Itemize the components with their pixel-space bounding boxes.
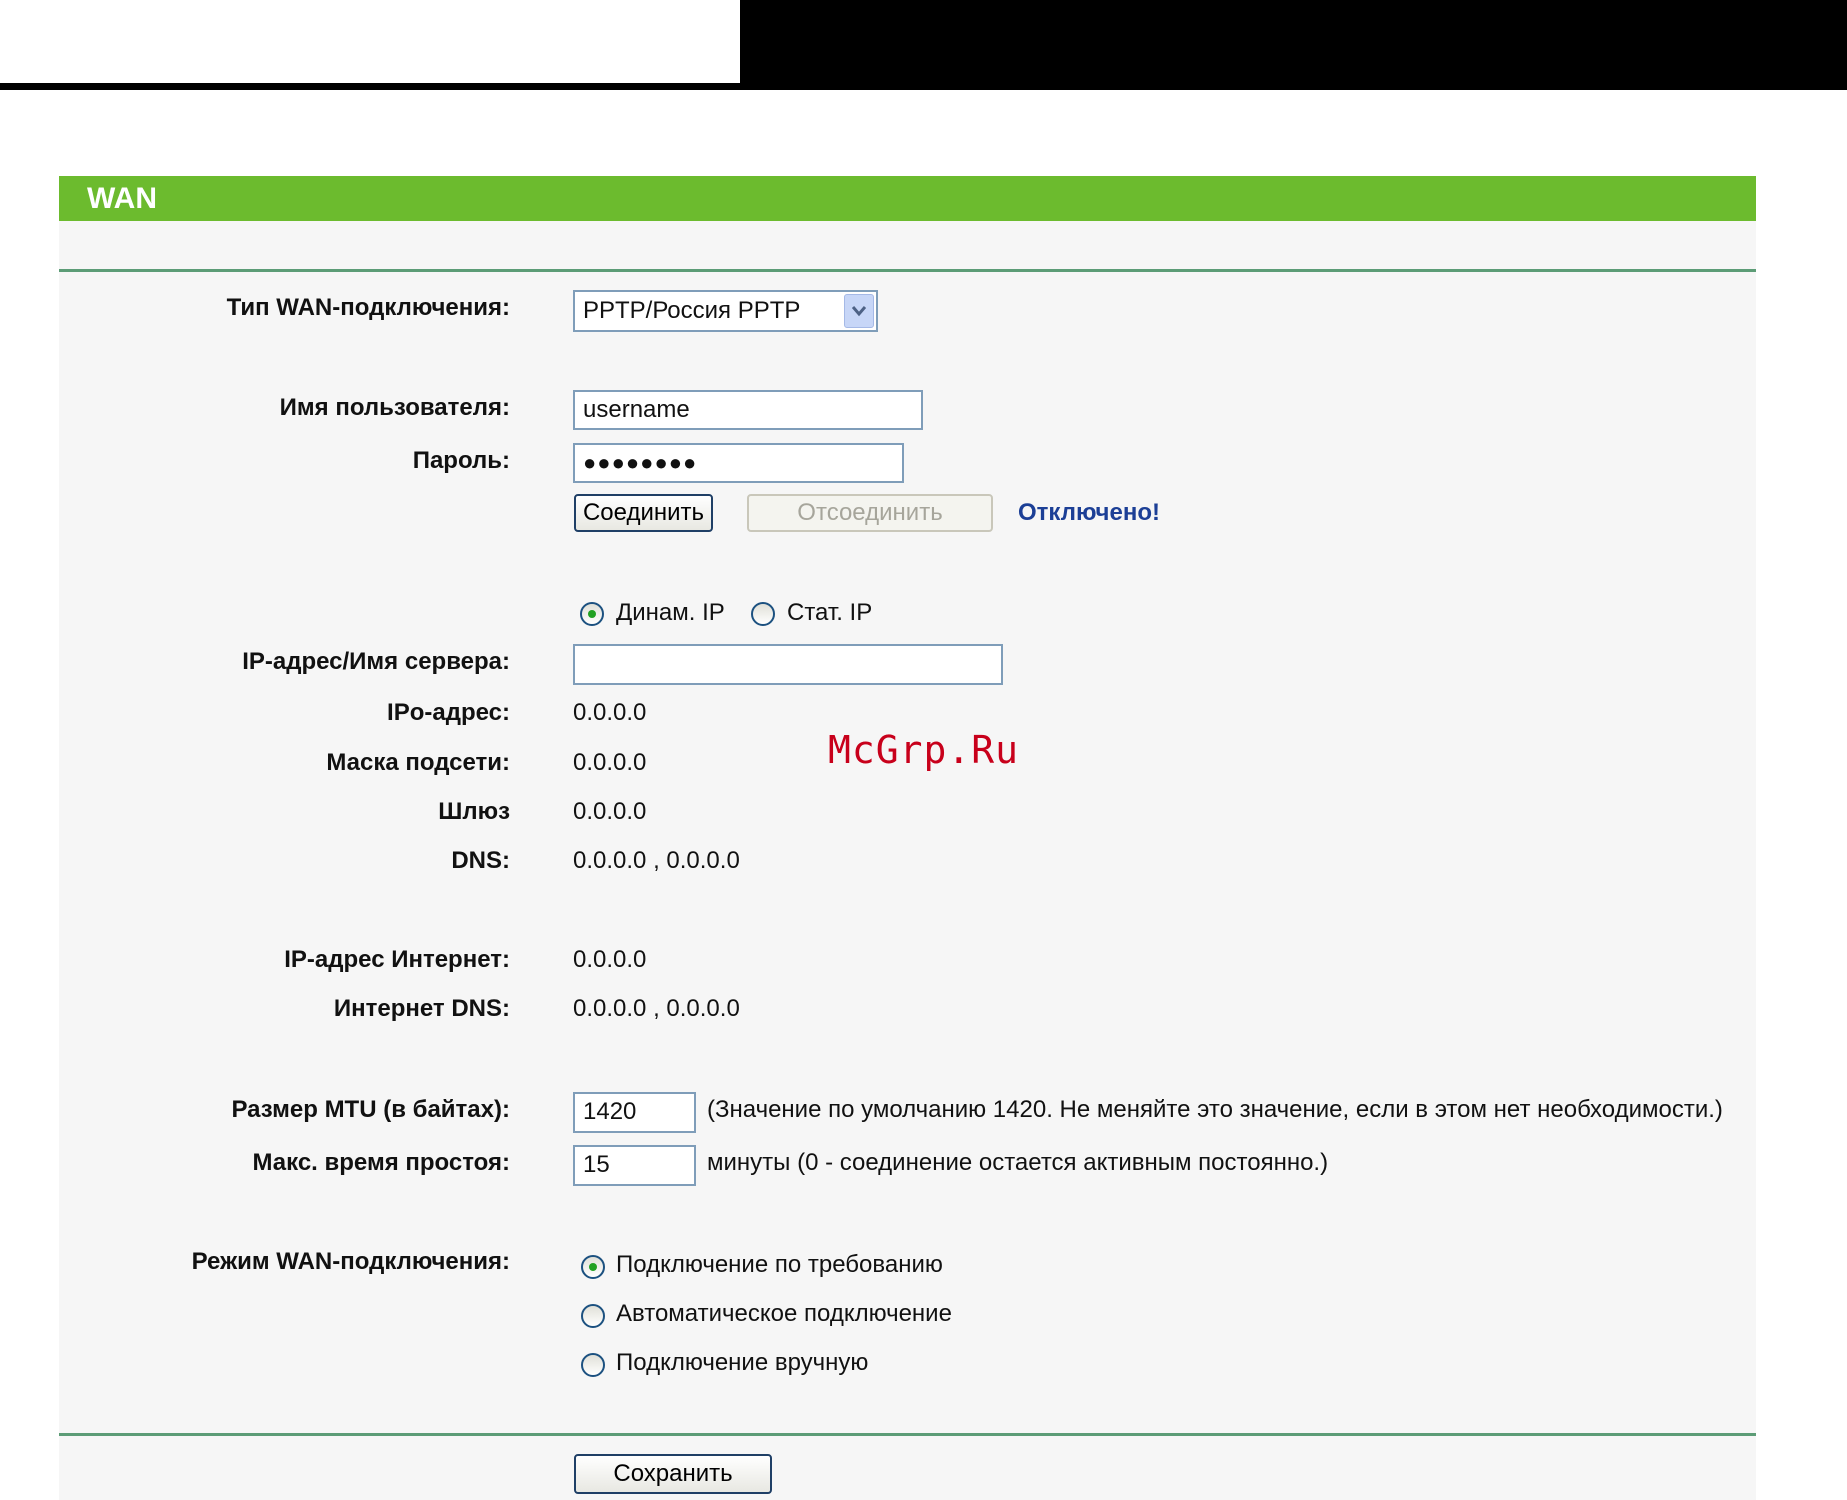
server-input[interactable] bbox=[573, 644, 1003, 685]
dns-value: 0.0.0.0 , 0.0.0.0 bbox=[573, 847, 740, 874]
wan-mode-manual-radio[interactable] bbox=[581, 1353, 605, 1377]
connection-status: Отключено! bbox=[1018, 499, 1160, 526]
wan-mode-label: Режим WAN-подключения: bbox=[191, 1248, 510, 1275]
wan-mode-on-demand-radio[interactable] bbox=[581, 1255, 605, 1279]
watermark: McGrp.Ru bbox=[828, 728, 1020, 772]
password-input[interactable]: ●●●●●●●● bbox=[573, 443, 904, 483]
wan-type-select[interactable]: PPTP/Россия PPTP bbox=[573, 290, 878, 332]
internet-dns-label: Интернет DNS: bbox=[333, 995, 510, 1022]
wan-mode-manual-label: Подключение вручную bbox=[616, 1349, 869, 1376]
gateway-value: 0.0.0.0 bbox=[573, 798, 647, 825]
mtu-note: (Значение по умолчанию 1420. Не меняйте … bbox=[707, 1096, 1723, 1123]
save-button[interactable]: Сохранить bbox=[574, 1454, 772, 1494]
wan-mode-auto-radio[interactable] bbox=[581, 1304, 605, 1328]
internet-dns-value: 0.0.0.0 , 0.0.0.0 bbox=[573, 995, 740, 1022]
static-ip-label: Стат. IP bbox=[787, 599, 873, 626]
subnet-mask-value: 0.0.0.0 bbox=[573, 749, 647, 776]
wan-mode-on-demand-label: Подключение по требованию bbox=[616, 1251, 943, 1278]
wan-type-selected-value: PPTP/Россия PPTP bbox=[583, 297, 801, 324]
idle-time-label: Макс. время простоя: bbox=[252, 1149, 510, 1176]
top-banner bbox=[740, 0, 1847, 90]
password-label: Пароль: bbox=[412, 447, 510, 474]
mtu-label: Размер MTU (в байтах): bbox=[231, 1096, 510, 1123]
dynamic-ip-radio[interactable] bbox=[580, 602, 604, 626]
section-divider-bottom bbox=[59, 1433, 1756, 1436]
idle-time-note: минуты (0 - соединение остается активным… bbox=[707, 1149, 1329, 1176]
mtu-input[interactable]: 1420 bbox=[573, 1092, 696, 1133]
chevron-down-icon[interactable] bbox=[844, 294, 874, 328]
internet-ip-label: IP-адрес Интернет: bbox=[284, 946, 510, 973]
disconnect-button[interactable]: Отсоединить bbox=[747, 494, 993, 532]
section-divider-top bbox=[59, 269, 1756, 272]
static-ip-radio[interactable] bbox=[751, 602, 775, 626]
wan-type-label: Тип WAN-подключения: bbox=[226, 294, 510, 321]
gateway-label: Шлюз bbox=[438, 798, 510, 825]
ip-address-label: IPо-адрес: bbox=[387, 699, 510, 726]
idle-time-input[interactable]: 15 bbox=[573, 1145, 696, 1186]
subnet-mask-label: Маска подсети: bbox=[326, 749, 510, 776]
username-label: Имя пользователя: bbox=[279, 394, 510, 421]
internet-ip-value: 0.0.0.0 bbox=[573, 946, 647, 973]
dns-label: DNS: bbox=[451, 847, 510, 874]
connect-button[interactable]: Соединить bbox=[574, 494, 713, 532]
username-input[interactable]: username bbox=[573, 390, 923, 430]
page-title: WAN bbox=[59, 176, 1756, 221]
wan-mode-auto-label: Автоматическое подключение bbox=[616, 1300, 952, 1327]
server-label: IP-адрес/Имя сервера: bbox=[242, 648, 510, 675]
ip-address-value: 0.0.0.0 bbox=[573, 699, 647, 726]
top-border-line bbox=[0, 83, 745, 90]
dynamic-ip-label: Динам. IP bbox=[616, 599, 725, 626]
